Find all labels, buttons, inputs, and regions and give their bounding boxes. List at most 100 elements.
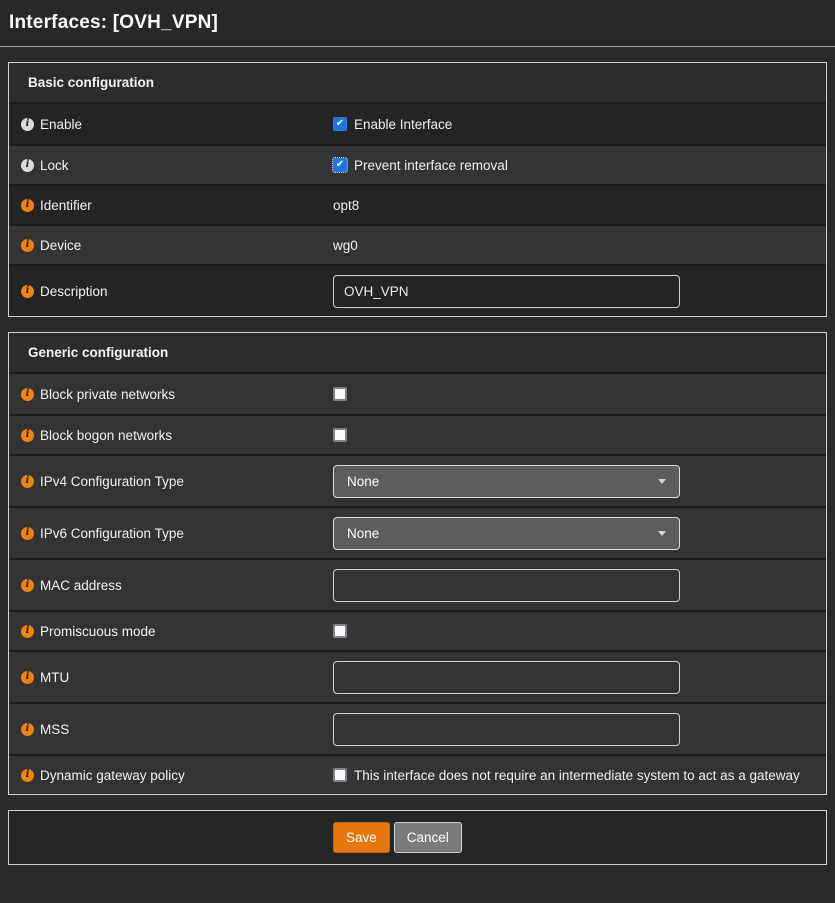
enable-checkbox[interactable]: ✔: [333, 117, 347, 131]
device-value: wg0: [333, 238, 358, 253]
lock-checkbox-label: Prevent interface removal: [354, 158, 508, 173]
field-label: MSS: [40, 722, 69, 737]
info-icon[interactable]: i: [21, 769, 34, 782]
info-icon[interactable]: i: [21, 159, 34, 172]
label-cell-ipv4-configuration-type: i IPv4 Configuration Type: [9, 474, 333, 489]
chevron-down-icon: [658, 531, 666, 536]
page-header: Interfaces: [OVH_VPN]: [0, 0, 835, 47]
block-bogon-networks-checkbox[interactable]: [333, 428, 347, 442]
label-cell-mtu: i MTU: [9, 670, 333, 685]
info-icon[interactable]: i: [21, 285, 34, 298]
label-cell-promiscuous-mode: i Promiscuous mode: [9, 624, 333, 639]
panel-generic-configuration: Generic configuration i Block private netw…: [8, 332, 827, 795]
field-label: IPv4 Configuration Type: [40, 474, 184, 489]
field-row-promiscuous-mode: i Promiscuous mode: [9, 610, 826, 650]
info-icon[interactable]: i: [21, 625, 34, 638]
field-row-enable: i Enable ✔ Enable Interface: [9, 104, 826, 144]
control-cell-mss: [333, 713, 826, 746]
field-row-mss: i MSS: [9, 702, 826, 754]
enable-checkbox-label: Enable Interface: [354, 117, 452, 132]
info-icon[interactable]: i: [21, 239, 34, 252]
cancel-button[interactable]: Cancel: [394, 822, 462, 853]
control-cell-description: [333, 275, 826, 308]
label-cell-block-bogon-networks: i Block bogon networks: [9, 428, 333, 443]
field-row-mac-address: i MAC address: [9, 558, 826, 610]
info-icon[interactable]: i: [21, 527, 34, 540]
field-label: Promiscuous mode: [40, 624, 156, 639]
field-row-dynamic-gateway-policy: iDynamic gateway policy This interface do…: [9, 754, 826, 794]
label-cell-mac-address: i MAC address: [9, 578, 333, 593]
field-row-lock: i Lock ✔ Prevent interface removal: [9, 144, 826, 184]
lock-checkbox[interactable]: ✔: [333, 158, 347, 172]
field-label: IPv6 Configuration Type: [40, 526, 184, 541]
field-label: Description: [40, 284, 108, 299]
actions-panel: Save Cancel: [8, 810, 827, 865]
promiscuous-mode-checkbox[interactable]: [333, 624, 347, 638]
control-cell-block-private-networks: [333, 387, 826, 401]
control-cell-enable: ✔ Enable Interface: [333, 117, 826, 132]
label-cell-mss: i MSS: [9, 722, 333, 737]
control-cell-dynamic-gateway-policy: This interface does not require an inter…: [333, 768, 826, 783]
label-cell-ipv6-configuration-type: i IPv6 Configuration Type: [9, 526, 333, 541]
field-label: Device: [40, 238, 81, 253]
control-cell-identifier: opt8: [333, 198, 826, 213]
ipv4-configuration-type-select-value: None: [347, 474, 379, 489]
field-label: Identifier: [40, 198, 92, 213]
field-label: Lock: [40, 158, 69, 173]
mac-address-input[interactable]: [333, 569, 680, 602]
content: Basic configuration i Enable ✔ Enable Interf…: [0, 47, 835, 865]
chevron-down-icon: [658, 479, 666, 484]
info-icon[interactable]: i: [21, 723, 34, 736]
panel-header-basic-configuration: Basic configuration: [9, 63, 826, 104]
field-label: Block private networks: [40, 387, 175, 402]
dynamic-gateway-policy-checkbox[interactable]: [333, 768, 347, 782]
save-button[interactable]: Save: [333, 822, 390, 853]
ipv6-configuration-type-select-value: None: [347, 526, 379, 541]
info-icon[interactable]: i: [21, 118, 34, 131]
description-input[interactable]: [333, 275, 680, 308]
label-cell-enable: i Enable: [9, 117, 333, 132]
form-panels: Basic configuration i Enable ✔ Enable Interf…: [0, 62, 835, 795]
control-cell-promiscuous-mode: [333, 624, 826, 638]
info-icon[interactable]: i: [21, 579, 34, 592]
mss-input[interactable]: [333, 713, 680, 746]
ipv6-configuration-type-select[interactable]: None: [333, 517, 680, 550]
page-title: Interfaces: [OVH_VPN]: [9, 12, 218, 34]
field-row-ipv4-configuration-type: i IPv4 Configuration Type None: [9, 454, 826, 506]
info-icon[interactable]: i: [21, 475, 34, 488]
field-row-block-private-networks: i Block private networks: [9, 374, 826, 414]
field-row-mtu: i MTU: [9, 650, 826, 702]
label-cell-lock: i Lock: [9, 158, 333, 173]
control-cell-mac-address: [333, 569, 826, 602]
field-label: MAC address: [40, 578, 122, 593]
mtu-input[interactable]: [333, 661, 680, 694]
field-row-description: i Description: [9, 264, 826, 316]
info-icon[interactable]: i: [21, 671, 34, 684]
panel-basic-configuration: Basic configuration i Enable ✔ Enable Interf…: [8, 62, 827, 317]
control-cell-lock: ✔ Prevent interface removal: [333, 158, 826, 173]
panel-header-label: Basic configuration: [28, 75, 154, 90]
label-cell-block-private-networks: i Block private networks: [9, 387, 333, 402]
identifier-value: opt8: [333, 198, 359, 213]
field-label: MTU: [40, 670, 69, 685]
control-cell-ipv4-configuration-type: None: [333, 465, 826, 498]
control-cell-block-bogon-networks: [333, 428, 826, 442]
field-row-ipv6-configuration-type: i IPv6 Configuration Type None: [9, 506, 826, 558]
field-row-block-bogon-networks: i Block bogon networks: [9, 414, 826, 454]
label-cell-device: i Device: [9, 238, 333, 253]
field-row-identifier: i Identifier opt8: [9, 184, 826, 224]
panel-header-label: Generic configuration: [28, 345, 168, 360]
control-cell-ipv6-configuration-type: None: [333, 517, 826, 550]
field-label: Enable: [40, 117, 82, 132]
control-cell-mtu: [333, 661, 826, 694]
panel-header-generic-configuration: Generic configuration: [9, 333, 826, 374]
info-icon[interactable]: i: [21, 199, 34, 212]
ipv4-configuration-type-select[interactable]: None: [333, 465, 680, 498]
label-cell-dynamic-gateway-policy: iDynamic gateway policy: [9, 768, 333, 783]
field-label: Block bogon networks: [40, 428, 172, 443]
info-icon[interactable]: i: [21, 429, 34, 442]
label-cell-description: i Description: [9, 284, 333, 299]
info-icon[interactable]: i: [21, 388, 34, 401]
dynamic-gateway-policy-checkbox-label: This interface does not require an inter…: [354, 768, 800, 783]
block-private-networks-checkbox[interactable]: [333, 387, 347, 401]
